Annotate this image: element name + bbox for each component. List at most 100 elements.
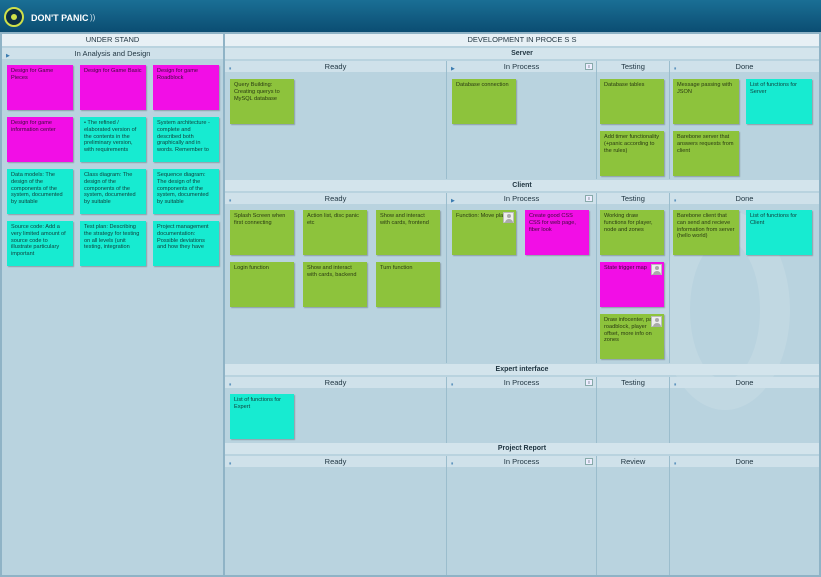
pause-icon[interactable]: ⏸ xyxy=(674,196,677,207)
user-avatar-icon[interactable] xyxy=(651,316,662,327)
server-col-ready[interactable]: ⏸ Ready xyxy=(225,61,446,72)
card-client-done[interactable]: Barebone client that can send and reciev… xyxy=(673,210,739,255)
col-label: In Process xyxy=(503,194,540,203)
card-expert-ready[interactable]: List of functions for Expert xyxy=(230,394,294,439)
column-divider xyxy=(446,61,447,179)
pause-icon[interactable]: ⏸ xyxy=(674,459,677,470)
card-client-ready[interactable]: Show and interact with cards, backend xyxy=(303,262,367,307)
card-server-done[interactable]: List of functions for Server xyxy=(746,79,812,124)
card-server-done[interactable]: Barebone server that answers requests fr… xyxy=(673,131,739,176)
app-logo-icon[interactable] xyxy=(4,7,24,27)
menu-icon[interactable]: ≡ xyxy=(585,63,593,70)
column-divider xyxy=(596,193,597,363)
report-col-review[interactable]: Review xyxy=(597,456,669,467)
app-title[interactable]: DON'T PANIC xyxy=(31,13,88,23)
card-understand[interactable]: Design for Game Pieces xyxy=(7,65,73,110)
pause-icon[interactable]: ⏸ xyxy=(674,64,677,75)
card-server-inprocess[interactable]: Database connection xyxy=(452,79,516,124)
play-icon[interactable]: ▶ xyxy=(451,64,455,75)
card-understand[interactable]: Project management documentation: Possib… xyxy=(153,221,219,266)
client-col-inprocess[interactable]: ▶ In Process ≡ xyxy=(447,193,596,204)
card-server-testing[interactable]: Database tables xyxy=(600,79,664,124)
col-label: In Process xyxy=(503,62,540,71)
card-understand[interactable]: Class diagram: The design of the compone… xyxy=(80,169,146,214)
user-avatar-icon[interactable] xyxy=(503,212,514,223)
card-understand[interactable]: Data models: The design of the component… xyxy=(7,169,73,214)
pause-icon[interactable]: ⏸ xyxy=(229,380,232,391)
col-label: In Process xyxy=(503,457,540,466)
col-label: Review xyxy=(620,457,646,466)
client-col-done[interactable]: ⏸ Done xyxy=(670,193,819,204)
expert-col-done[interactable]: ⏸ Done xyxy=(670,377,819,388)
analysis-design-header[interactable]: ▶ In Analysis and Design xyxy=(2,48,223,59)
card-understand[interactable]: System architecture - complete and descr… xyxy=(153,117,219,162)
column-divider xyxy=(596,456,597,575)
col-label: Ready xyxy=(324,378,347,387)
col-label: Testing xyxy=(621,378,645,387)
card-client-ready[interactable]: Turn function xyxy=(376,262,440,307)
column-divider xyxy=(446,193,447,363)
card-client-testing[interactable]: Draw infocenter, path, roadblock, player… xyxy=(600,314,664,359)
col-label: Done xyxy=(735,378,754,387)
card-client-testing[interactable]: State trigger map xyxy=(600,262,664,307)
pause-icon[interactable]: ⏸ xyxy=(229,459,232,470)
expert-col-testing[interactable]: Testing xyxy=(597,377,669,388)
card-client-ready[interactable]: Splash Screen when first connecting xyxy=(230,210,294,255)
report-col-ready[interactable]: ⏸ Ready xyxy=(225,456,446,467)
menu-icon[interactable]: ≡ xyxy=(585,379,593,386)
server-col-testing[interactable]: Testing xyxy=(597,61,669,72)
server-col-inprocess[interactable]: ▶ In Process ≡ xyxy=(447,61,596,72)
col-label: Ready xyxy=(324,62,347,71)
card-client-testing[interactable]: Working draw functions for player, node … xyxy=(600,210,664,255)
server-col-done[interactable]: ⏸ Done xyxy=(670,61,819,72)
card-understand[interactable]: Design for game Roadblock xyxy=(153,65,219,110)
pause-icon[interactable]: ⏸ xyxy=(674,380,677,391)
column-divider xyxy=(669,193,670,363)
client-col-testing[interactable]: Testing xyxy=(597,193,669,204)
expert-col-ready[interactable]: ⏸ Ready xyxy=(225,377,446,388)
pause-icon[interactable]: ⏸ xyxy=(451,380,454,391)
column-divider xyxy=(446,377,447,443)
pause-icon[interactable]: ⏸ xyxy=(229,64,232,75)
column-divider xyxy=(669,456,670,575)
lane-client-header: Client xyxy=(225,180,819,191)
card-client-ready[interactable]: Show and interact with cards, frontend xyxy=(376,210,440,255)
pause-icon[interactable]: ⏸ xyxy=(229,196,232,207)
card-understand[interactable]: Source code: Add a very limited amount o… xyxy=(7,221,73,266)
col-label: Done xyxy=(735,62,754,71)
card-server-done[interactable]: Message passing with JSON xyxy=(673,79,739,124)
card-understand[interactable]: • The refined / elaborated version of th… xyxy=(80,117,146,162)
expert-col-inprocess[interactable]: ⏸ In Process ≡ xyxy=(447,377,596,388)
card-client-inprocess[interactable]: Function: Move player xyxy=(452,210,516,255)
understand-header: UNDER STAND xyxy=(2,34,223,46)
menu-icon[interactable]: ≡ xyxy=(585,458,593,465)
card-client-ready[interactable]: Login function xyxy=(230,262,294,307)
understand-column xyxy=(2,34,223,575)
user-avatar-icon[interactable] xyxy=(651,264,662,275)
card-text: State trigger map xyxy=(604,265,647,271)
report-col-done[interactable]: ⏸ Done xyxy=(670,456,819,467)
column-divider xyxy=(596,61,597,179)
lane-server-header: Server xyxy=(225,48,819,59)
card-understand[interactable]: Sequence diagram: The design of the comp… xyxy=(153,169,219,214)
report-col-inprocess[interactable]: ⏸ In Process ≡ xyxy=(447,456,596,467)
card-client-ready[interactable]: Action list, disc panic etc xyxy=(303,210,367,255)
card-understand[interactable]: Design for game information center xyxy=(7,117,73,162)
pause-icon[interactable]: ⏸ xyxy=(451,459,454,470)
rss-icon[interactable]: )) xyxy=(90,13,95,22)
col-label: In Process xyxy=(503,378,540,387)
col-label: Ready xyxy=(324,194,347,203)
collapse-arrow-icon[interactable]: ▶ xyxy=(6,51,10,62)
card-client-done[interactable]: List of functions for Client xyxy=(746,210,812,255)
card-server-ready[interactable]: Query Building: Creating querys to MySQL… xyxy=(230,79,294,124)
card-server-testing[interactable]: Add timer functionality (+panic accordin… xyxy=(600,131,664,176)
menu-icon[interactable]: ≡ xyxy=(585,195,593,202)
card-client-inprocess[interactable]: Create good CSS CSS for web page, fiber … xyxy=(525,210,589,255)
card-understand[interactable]: Design for Game Basic xyxy=(80,65,146,110)
client-col-ready[interactable]: ⏸ Ready xyxy=(225,193,446,204)
card-understand[interactable]: Test plan: Describing the strategy for t… xyxy=(80,221,146,266)
column-divider xyxy=(669,377,670,443)
play-icon[interactable]: ▶ xyxy=(451,196,455,207)
column-divider xyxy=(446,456,447,575)
col-label: Done xyxy=(735,194,754,203)
